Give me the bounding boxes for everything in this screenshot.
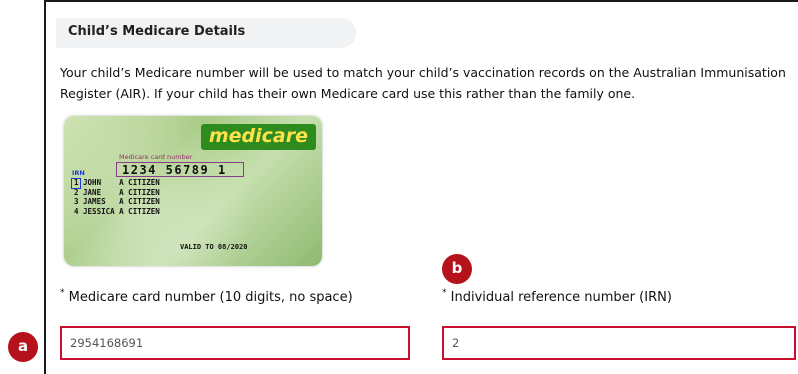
medicare-number-label-text: Medicare card number (10 digits, no spac… (68, 290, 353, 305)
irn-input[interactable] (444, 328, 794, 358)
card-name-row: 3 JAMES A CITIZEN (74, 197, 160, 206)
annotation-marker-b: b (442, 254, 472, 284)
section-header: Child’s Medicare Details (56, 18, 356, 48)
irn-field[interactable] (442, 326, 796, 360)
card-names: 1 JOHN A CITIZEN 2 JANE A CITIZEN 3 JAMES … (74, 178, 160, 216)
card-irn-label: IRN (72, 169, 85, 177)
card-name-row: 1 JOHN A CITIZEN (74, 178, 160, 187)
medicare-card-image: medicare Medicare card number 1234 56789… (64, 116, 322, 266)
required-asterisk: * (60, 288, 65, 298)
required-asterisk: * (442, 288, 447, 298)
annotation-marker-a: a (8, 332, 38, 362)
medicare-details-panel: Child’s Medicare Details Your child’s Me… (44, 0, 798, 374)
medicare-number-field[interactable] (60, 326, 410, 360)
card-name-row: 2 JANE A CITIZEN (74, 187, 160, 197)
card-name-row: 4 JESSICA A CITIZEN (74, 206, 160, 216)
card-valid-to: VALID TO 08/2020 (180, 243, 248, 251)
intro-text: Your child’s Medicare number will be use… (60, 65, 786, 101)
medicare-number-input[interactable] (62, 328, 408, 358)
card-number: 1234 56789 1 (122, 163, 227, 177)
irn-label: * Individual reference number (IRN) (442, 288, 672, 305)
irn-label-text: Individual reference number (IRN) (450, 290, 672, 305)
section-title: Child’s Medicare Details (68, 24, 246, 39)
card-number-label: Medicare card number (119, 153, 193, 161)
medicare-logo: medicare (200, 124, 316, 150)
medicare-number-label: * Medicare card number (10 digits, no sp… (60, 288, 353, 305)
